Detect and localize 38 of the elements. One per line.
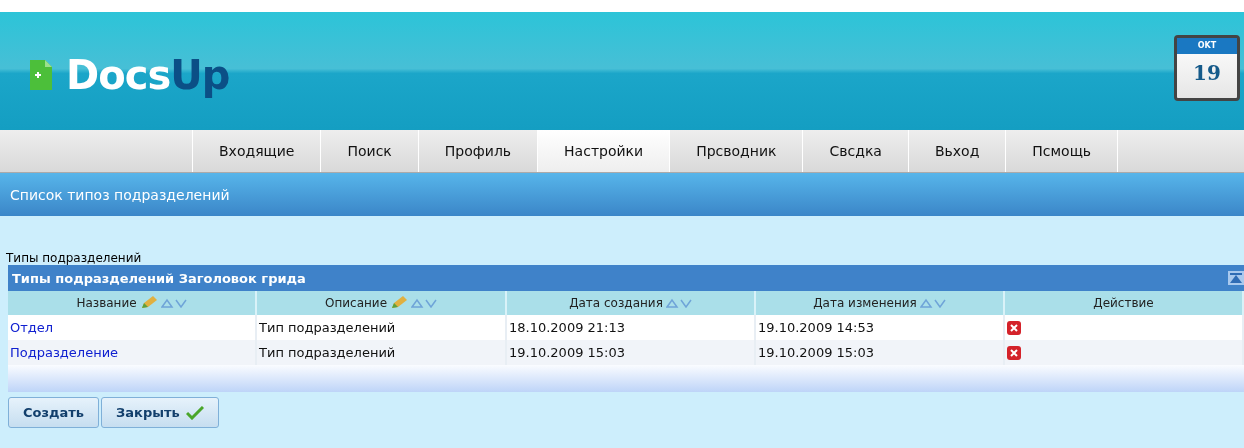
delete-icon[interactable] [1007, 320, 1021, 335]
table-cell: Тип подразделений [259, 320, 396, 335]
table-cell: 18.10.2009 21:13 [509, 320, 626, 335]
nav-tab[interactable]: Псмощь [1006, 130, 1119, 172]
close-button[interactable]: Закрыть [101, 397, 219, 428]
sort-icon[interactable] [665, 298, 692, 308]
collapse-icon[interactable] [1228, 271, 1244, 285]
delete-icon[interactable] [1007, 345, 1021, 360]
name-link[interactable]: Отдел [10, 320, 54, 335]
name-link[interactable]: Подразделение [10, 345, 119, 360]
calendar-icon: OKT 19 [1174, 35, 1240, 101]
logo-text: DocsUp [66, 52, 230, 98]
column-header[interactable]: Действие [1093, 296, 1154, 310]
table-cell: 19.10.2009 14:53 [758, 320, 875, 335]
column-header[interactable]: Описание [324, 296, 388, 310]
page-title: Список типоз подразделений [10, 186, 230, 203]
nav-tab[interactable]: Настройки [538, 130, 671, 172]
nav-tab[interactable]: Свсдка [803, 130, 909, 172]
column-header[interactable]: Дата создания [569, 296, 663, 310]
pencil-icon [139, 296, 158, 310]
table-cell: 19.10.2009 15:03 [509, 345, 626, 360]
nav-tab[interactable]: Вьход [908, 130, 1007, 172]
sort-icon[interactable] [919, 298, 946, 308]
column-header[interactable]: Дата изменения [813, 296, 917, 310]
document-icon [30, 60, 52, 90]
nav-tab[interactable]: Входящие [193, 130, 322, 172]
nav-tab[interactable]: Поиск [321, 130, 419, 172]
table-cell: 19.10.2009 15:03 [758, 345, 875, 360]
table-cell: Тип подразделений [259, 345, 396, 360]
sort-icon[interactable] [160, 298, 187, 308]
pencil-icon [390, 296, 409, 310]
grid-title: Типы подразделений Заголовок грида [11, 270, 306, 286]
create-button[interactable]: Создать [8, 397, 100, 428]
sort-icon[interactable] [411, 298, 438, 308]
check-icon [185, 405, 204, 420]
column-header[interactable]: Название [76, 296, 137, 310]
section-label: Типы подразделений [6, 251, 143, 265]
nav-tab[interactable]: Прсводник [670, 130, 804, 172]
